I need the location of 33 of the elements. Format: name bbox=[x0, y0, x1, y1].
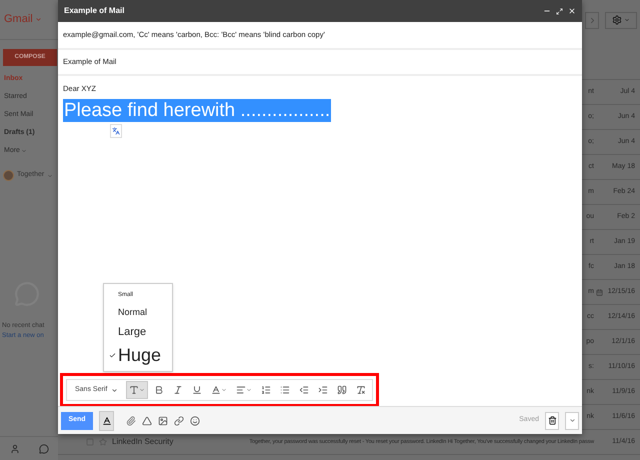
formatting-toggle[interactable] bbox=[99, 410, 114, 430]
settings-button[interactable] bbox=[605, 12, 637, 28]
emoji-icon[interactable] bbox=[190, 416, 200, 426]
discard-button[interactable] bbox=[545, 412, 559, 430]
body-text: Please find herewith ................. bbox=[63, 99, 332, 122]
gmail-logo[interactable]: Gmail bbox=[4, 11, 33, 28]
option-label: Normal bbox=[118, 306, 148, 319]
star-icon[interactable] bbox=[99, 438, 107, 446]
window-title: Example of Mail bbox=[64, 5, 124, 17]
caret-icon bbox=[624, 17, 630, 23]
text-format-icon bbox=[102, 416, 112, 426]
translate-button[interactable] bbox=[110, 124, 122, 138]
triangle-icon[interactable] bbox=[142, 416, 152, 426]
size-option[interactable]: Normal bbox=[104, 303, 172, 322]
check-icon bbox=[108, 352, 116, 358]
chat-icon[interactable] bbox=[38, 444, 48, 454]
caret-icon bbox=[568, 417, 576, 424]
expand-icon[interactable] bbox=[556, 8, 563, 14]
trash-icon bbox=[548, 416, 556, 425]
close-icon[interactable] bbox=[568, 7, 576, 15]
option-label: Large bbox=[118, 324, 146, 340]
size-option[interactable]: Large bbox=[104, 322, 172, 342]
translate-icon bbox=[112, 127, 120, 136]
link-icon[interactable] bbox=[174, 416, 184, 426]
option-label: Huge bbox=[118, 344, 162, 367]
attach-icon[interactable] bbox=[126, 416, 136, 426]
settings-icon bbox=[612, 15, 622, 25]
checkbox-icon[interactable] bbox=[86, 438, 94, 446]
sender-name: LinkedIn Security bbox=[112, 436, 174, 448]
person-icon[interactable] bbox=[10, 444, 20, 454]
photo-icon[interactable] bbox=[158, 416, 168, 426]
size-option[interactable]: Huge bbox=[104, 342, 172, 368]
calendar-icon bbox=[596, 288, 602, 296]
